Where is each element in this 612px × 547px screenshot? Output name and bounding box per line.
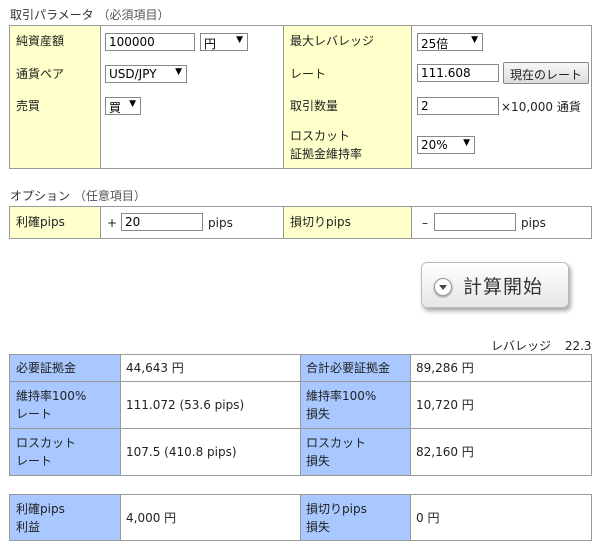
chevron-down-icon: ▼ xyxy=(129,99,136,109)
params-inputs-left: 100000 円 ▼ USD/JPY ▼ 買 ▼ xyxy=(100,25,284,169)
maint100-rate-value-cell: 111.072 (53.6 pips) xyxy=(120,381,301,429)
lc-rate-label-cell: ロスカット レート xyxy=(9,428,121,476)
sl-loss-label-cell: 損切りpips 損失 xyxy=(300,494,411,541)
lc-loss-label-cell: ロスカット 損失 xyxy=(300,428,411,476)
rate-label: レート xyxy=(290,67,327,81)
rate-input[interactable]: 111.608 xyxy=(417,64,499,82)
side-label: 売買 xyxy=(16,99,41,113)
margin-label: 必要証拠金 xyxy=(16,361,77,375)
play-down-icon xyxy=(434,278,452,296)
losscut-select[interactable]: 20% ▼ xyxy=(417,136,475,154)
currency-unit-select[interactable]: 円 ▼ xyxy=(200,33,248,51)
pair-select[interactable]: USD/JPY ▼ xyxy=(105,65,187,83)
lc-loss-value-cell: 82,160 円 xyxy=(410,428,592,476)
sl-unit: pips xyxy=(521,216,546,230)
leverage-result-value: 22.3 xyxy=(564,339,592,353)
params-section-title: 取引パラメータ （必須項目） xyxy=(10,6,170,23)
pair-value: USD/JPY xyxy=(109,67,157,81)
losscut-label-1: ロスカット xyxy=(290,129,351,143)
chevron-down-icon: ▼ xyxy=(236,35,243,45)
max-leverage-label: 最大レバレッジ xyxy=(290,34,375,48)
lc-rate-value-cell: 107.5 (410.8 pips) xyxy=(120,428,301,476)
calculate-button-label: 計算開始 xyxy=(463,276,544,298)
calculate-button[interactable]: 計算開始 xyxy=(421,262,569,308)
maint100-loss-label-cell: 維持率100% 損失 xyxy=(300,381,411,429)
lc-loss-label-1: ロスカット xyxy=(306,436,367,450)
leverage-result-label: レバレッジ xyxy=(491,339,552,353)
margin-value: 44,643 円 xyxy=(126,361,184,375)
side-select[interactable]: 買 ▼ xyxy=(105,97,141,115)
options-title-text: オプション xyxy=(10,189,71,203)
options-section-title: オプション （任意項目） xyxy=(10,187,146,204)
lots-unit: ×10,000 通貨 xyxy=(501,100,581,114)
maint100-loss-label-2: 損失 xyxy=(306,407,331,421)
total-margin-value-cell: 89,286 円 xyxy=(410,354,592,382)
lots-input[interactable]: 2 xyxy=(417,97,499,115)
losscut-value: 20% xyxy=(421,138,448,152)
lc-rate-value: 107.5 (410.8 pips) xyxy=(126,445,237,459)
pl-table: 利確pips 利益 4,000 円 損切りpips 損失 0 円 xyxy=(9,494,592,541)
net-assets-label: 純資産額 xyxy=(16,34,65,48)
sl-input[interactable] xyxy=(434,213,516,231)
lc-rate-label-2: レート xyxy=(16,454,53,468)
margin-value-cell: 44,643 円 xyxy=(120,354,301,382)
maint100-loss-label-1: 維持率100% xyxy=(306,389,377,403)
lc-loss-label-2: 損失 xyxy=(306,454,331,468)
params-labels-left: 純資産額 通貨ペア 売買 xyxy=(9,25,101,169)
tp-input[interactable]: 20 xyxy=(121,213,203,231)
margin-label-cell: 必要証拠金 xyxy=(9,354,121,382)
options-table: 利確pips + 20 pips 損切りpips – pips xyxy=(9,206,592,239)
tp-input-cell: + 20 pips xyxy=(100,206,284,239)
chevron-down-icon: ▼ xyxy=(463,138,470,148)
tp-profit-label-cell: 利確pips 利益 xyxy=(9,494,121,541)
options-title-sub: （任意項目） xyxy=(73,189,146,203)
tp-sign: + xyxy=(107,216,118,230)
lots-label: 取引数量 xyxy=(290,99,339,113)
lc-loss-value: 82,160 円 xyxy=(416,445,474,459)
losscut-label-2: 証拠金維持率 xyxy=(290,147,363,161)
tp-profit-value: 4,000 円 xyxy=(126,511,177,525)
sl-label-cell: 損切りpips xyxy=(283,206,412,239)
sl-loss-value: 0 円 xyxy=(416,511,440,525)
maint100-rate-label-cell: 維持率100% レート xyxy=(9,381,121,429)
total-margin-value: 89,286 円 xyxy=(416,361,474,375)
tp-profit-label-1: 利確pips xyxy=(16,502,65,516)
maint100-loss-value: 10,720 円 xyxy=(416,398,474,412)
current-rate-button[interactable]: 現在のレート xyxy=(503,62,590,84)
sl-loss-value-cell: 0 円 xyxy=(410,494,592,541)
leverage-result: レバレッジ 22.3 xyxy=(491,337,592,354)
currency-unit-value: 円 xyxy=(204,37,217,51)
tp-unit: pips xyxy=(208,216,233,230)
params-title-text: 取引パラメータ xyxy=(10,8,94,22)
chevron-down-icon: ▼ xyxy=(175,67,182,77)
sl-label: 損切りpips xyxy=(290,215,351,229)
total-margin-label-cell: 合計必要証拠金 xyxy=(300,354,411,382)
results-table: 必要証拠金 44,643 円 合計必要証拠金 89,286 円 維持率100% … xyxy=(9,354,592,476)
params-inputs-right: 25倍 ▼ 111.608 現在のレート 2 ×10,000 通貨 20% ▼ xyxy=(411,25,592,169)
params-labels-right: 最大レバレッジ レート 取引数量 ロスカット 証拠金維持率 xyxy=(283,25,412,169)
tp-label-cell: 利確pips xyxy=(9,206,101,239)
tp-profit-value-cell: 4,000 円 xyxy=(120,494,301,541)
lc-rate-label-1: ロスカット xyxy=(16,436,77,450)
sl-loss-label-1: 損切りpips xyxy=(306,502,367,516)
sl-input-cell: – pips xyxy=(411,206,592,239)
max-leverage-value: 25倍 xyxy=(421,37,449,51)
total-margin-label: 合計必要証拠金 xyxy=(306,361,391,375)
side-value: 買 xyxy=(109,101,122,115)
tp-profit-label-2: 利益 xyxy=(16,520,41,534)
params-title-sub: （必須項目） xyxy=(97,8,170,22)
tp-label: 利確pips xyxy=(16,215,65,229)
maint100-rate-label-1: 維持率100% xyxy=(16,389,87,403)
chevron-down-icon: ▼ xyxy=(471,35,478,45)
sl-loss-label-2: 損失 xyxy=(306,520,331,534)
sl-sign: – xyxy=(422,216,428,230)
pair-label: 通貨ペア xyxy=(16,67,65,81)
maint100-loss-value-cell: 10,720 円 xyxy=(410,381,592,429)
params-table: 純資産額 通貨ペア 売買 100000 円 ▼ USD/JPY ▼ 買 ▼ 最大… xyxy=(9,25,592,169)
max-leverage-select[interactable]: 25倍 ▼ xyxy=(417,33,483,51)
net-assets-input[interactable]: 100000 xyxy=(105,33,195,51)
maint100-rate-label-2: レート xyxy=(16,407,53,421)
maint100-rate-value: 111.072 (53.6 pips) xyxy=(126,398,245,412)
